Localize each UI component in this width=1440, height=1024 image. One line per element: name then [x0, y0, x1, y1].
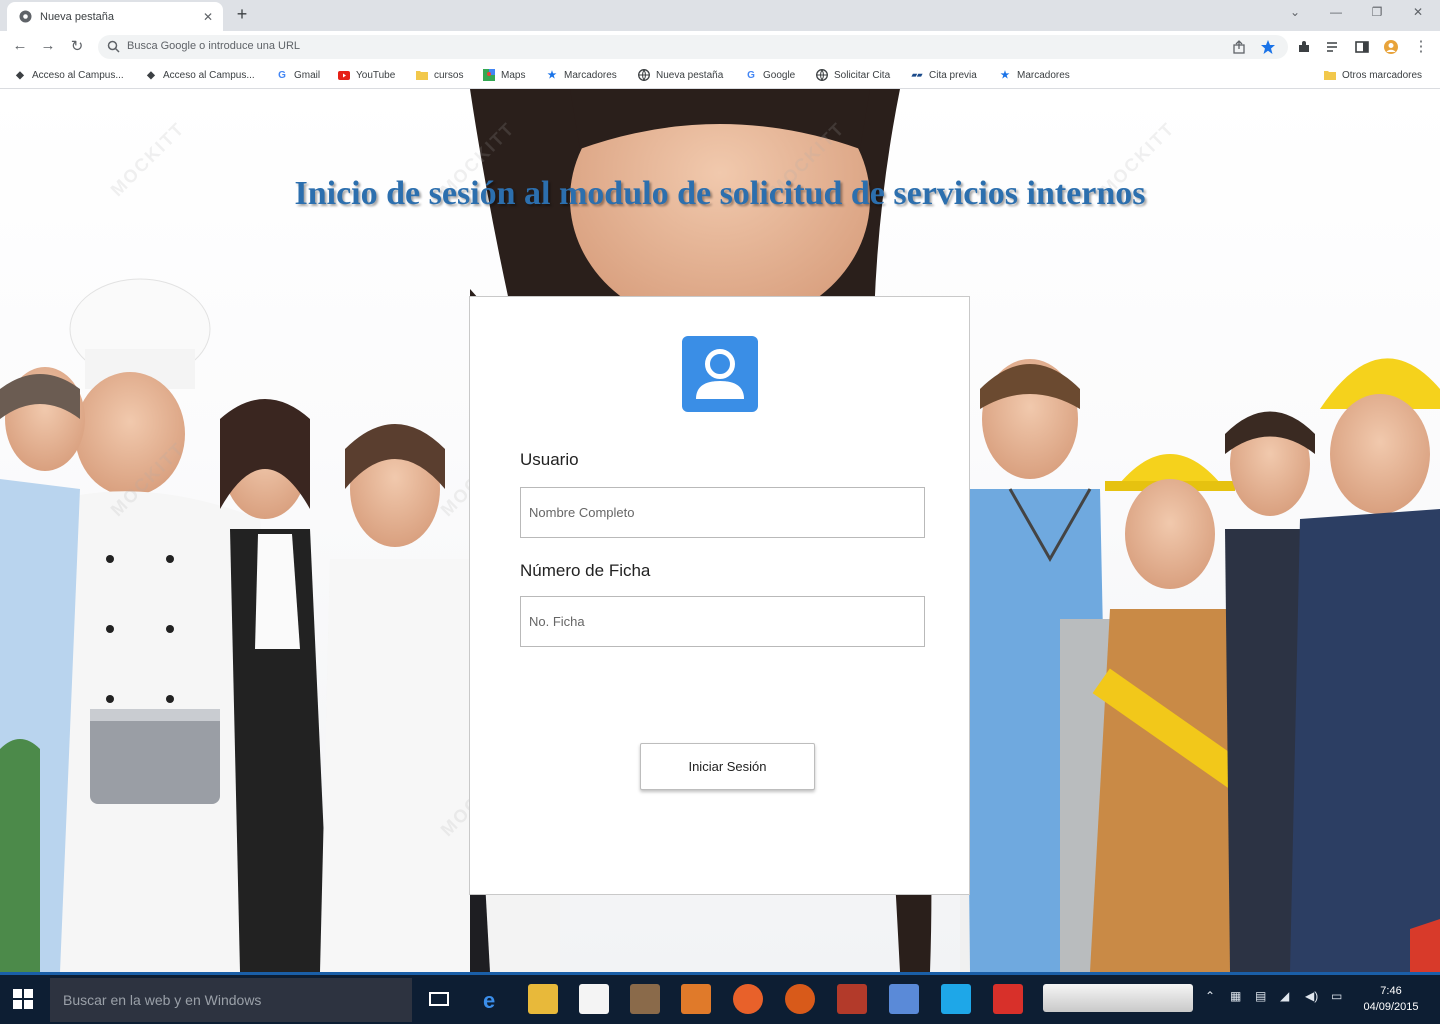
- search-icon: [107, 40, 120, 53]
- bookmark-item[interactable]: Solicitar Cita: [816, 69, 890, 81]
- taskbar-search-placeholder: Buscar en la web y en Windows: [63, 992, 262, 1008]
- skype-icon[interactable]: [941, 984, 971, 1014]
- bookmark-item[interactable]: G Gmail: [276, 69, 320, 81]
- google-icon: G: [278, 69, 286, 81]
- tray-icon[interactable]: ▦: [1230, 989, 1241, 1003]
- reading-list-icon[interactable]: [1325, 39, 1341, 55]
- ficha-field[interactable]: [520, 596, 925, 647]
- app-icon[interactable]: [681, 984, 711, 1014]
- ficha-label: Número de Ficha: [520, 561, 651, 580]
- restore-icon[interactable]: ❐: [1367, 5, 1387, 19]
- extensions-icon[interactable]: [1296, 39, 1312, 55]
- bookmark-star-icon[interactable]: [1260, 39, 1276, 55]
- address-placeholder: Busca Google o introduce una URL: [127, 40, 301, 52]
- chrome-favicon-icon: [19, 10, 32, 23]
- tray-chevron-icon[interactable]: ⌃: [1205, 989, 1215, 1003]
- wifi-icon[interactable]: ◢: [1280, 989, 1289, 1003]
- bookmarks-bar: ◆ Acceso al Campus... ◆ Acceso al Campus..…: [0, 63, 1440, 89]
- globe-icon: [816, 69, 828, 81]
- bookmark-item[interactable]: cursos: [416, 69, 463, 81]
- tab-title: Nueva pestaña: [40, 10, 114, 23]
- app-icon[interactable]: [785, 984, 815, 1014]
- edge-icon[interactable]: e: [477, 984, 507, 1014]
- clock-time: 7:46: [1380, 985, 1402, 997]
- usuario-field[interactable]: [520, 487, 925, 538]
- folder-icon: [416, 69, 428, 81]
- bookmark-item[interactable]: YouTube: [338, 69, 395, 81]
- youtube-icon: [338, 69, 350, 81]
- file-explorer-icon[interactable]: [528, 984, 558, 1014]
- taskbar-search[interactable]: Buscar en la web y en Windows: [50, 978, 412, 1022]
- minimize-icon[interactable]: —: [1326, 5, 1346, 19]
- diamond-icon: ◆: [16, 69, 24, 81]
- app-icon[interactable]: [630, 984, 660, 1014]
- address-bar[interactable]: Busca Google o introduce una URL: [98, 35, 1288, 59]
- store-icon[interactable]: [579, 984, 609, 1014]
- windows-taskbar: Buscar en la web y en Windows e ⌃ ▦ ▤ ◢ …: [0, 972, 1440, 1024]
- menu-kebab-icon[interactable]: ⋮: [1411, 37, 1431, 55]
- bookmark-item[interactable]: ★ Marcadores: [999, 69, 1070, 81]
- close-window-icon[interactable]: ✕: [1408, 5, 1428, 19]
- login-button[interactable]: Iniciar Sesión: [640, 743, 815, 790]
- page-content: MOCKITT MOCKITT MOCKITT MOCKITT MOCKITT …: [0, 89, 1440, 972]
- bookmark-item[interactable]: ◆ Acceso al Campus...: [145, 69, 255, 81]
- app-icon[interactable]: [837, 984, 867, 1014]
- share-icon[interactable]: [1231, 39, 1247, 55]
- diamond-icon: ◆: [147, 69, 155, 81]
- media-player-controls[interactable]: [1043, 984, 1193, 1012]
- clock-date: 04/09/2015: [1363, 1001, 1419, 1013]
- folder-icon: [1324, 69, 1336, 81]
- firefox-icon[interactable]: [733, 984, 763, 1014]
- tab-search-icon[interactable]: ⌄: [1285, 5, 1305, 19]
- page-title: Inicio de sesión al modulo de solicitud …: [294, 175, 1146, 212]
- browser-toolbar: ← → ↻ Busca Google o introduce una URL ⋮: [0, 31, 1440, 63]
- other-bookmarks[interactable]: Otros marcadores: [1324, 69, 1422, 81]
- usuario-input[interactable]: [521, 488, 924, 537]
- bookmark-item[interactable]: Nueva pestaña: [638, 69, 723, 81]
- forward-icon[interactable]: →: [38, 37, 58, 54]
- side-panel-icon[interactable]: [1354, 39, 1370, 55]
- tab-close-icon[interactable]: ✕: [199, 10, 217, 24]
- browser-tab[interactable]: Nueva pestaña ✕: [7, 2, 223, 31]
- app-icon[interactable]: [889, 984, 919, 1014]
- back-icon[interactable]: ←: [10, 37, 30, 54]
- task-view-icon[interactable]: [424, 984, 454, 1014]
- volume-icon[interactable]: ◀): [1305, 989, 1318, 1003]
- google-icon: G: [747, 69, 755, 81]
- login-card: Usuario Número de Ficha Iniciar Sesión: [469, 296, 970, 895]
- profile-avatar-icon[interactable]: [1383, 39, 1399, 55]
- tab-strip: Nueva pestaña ✕ + ⌄ — ❐ ✕: [0, 0, 1440, 31]
- svg-text:e: e: [483, 988, 495, 1013]
- globe-icon: [638, 69, 650, 81]
- windows-start-icon[interactable]: [12, 988, 34, 1010]
- bookmark-item[interactable]: ▰▰ Cita previa: [911, 69, 977, 81]
- network-icon[interactable]: ▤: [1255, 989, 1266, 1003]
- user-avatar-icon: [682, 336, 758, 412]
- new-tab-button[interactable]: +: [232, 4, 252, 25]
- star-icon: ★: [547, 69, 557, 81]
- notifications-icon[interactable]: ▭: [1331, 989, 1342, 1003]
- site-icon: ▰▰: [911, 72, 923, 79]
- taskbar-clock[interactable]: 7:46 04/09/2015: [1356, 983, 1426, 1015]
- bookmark-item[interactable]: G Google: [745, 69, 795, 81]
- bookmark-item[interactable]: Maps: [483, 69, 525, 81]
- app-icon[interactable]: [993, 984, 1023, 1014]
- reload-icon[interactable]: ↻: [67, 37, 87, 55]
- star-icon: ★: [1000, 69, 1010, 81]
- ficha-input[interactable]: [521, 597, 924, 646]
- maps-icon: [483, 69, 495, 81]
- bookmark-item[interactable]: ◆ Acceso al Campus...: [14, 69, 124, 81]
- bookmark-item[interactable]: ★ Marcadores: [546, 69, 617, 81]
- usuario-label: Usuario: [520, 450, 579, 469]
